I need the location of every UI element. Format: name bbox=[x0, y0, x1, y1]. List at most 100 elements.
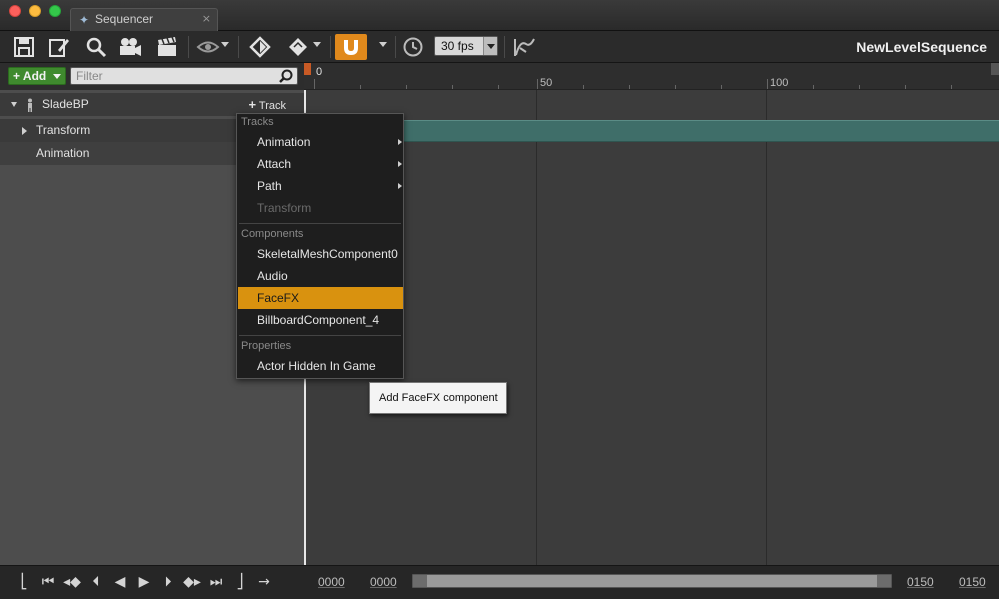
next-key-icon[interactable]: ◆▸ bbox=[182, 571, 202, 593]
range-scrollbar[interactable] bbox=[412, 574, 892, 588]
menu-item-attach[interactable]: Attach bbox=[238, 153, 404, 175]
camera-icon[interactable] bbox=[116, 34, 144, 60]
save-as-icon[interactable] bbox=[45, 34, 73, 60]
curve-editor-icon[interactable] bbox=[510, 34, 538, 60]
previous-key-icon[interactable]: ◂◆ bbox=[62, 571, 82, 593]
visibility-eye-icon[interactable] bbox=[194, 34, 222, 60]
add-track-menu: Tracks Animation Attach Path Transform C… bbox=[236, 113, 404, 379]
play-reverse-icon[interactable]: ◀ bbox=[110, 571, 130, 593]
step-back-icon[interactable]: ⏴ bbox=[86, 571, 106, 593]
step-forward-icon[interactable]: ⏵ bbox=[158, 571, 178, 593]
menu-item-label: Path bbox=[257, 179, 282, 193]
find-in-browser-icon[interactable] bbox=[82, 34, 110, 60]
close-window-button[interactable] bbox=[9, 5, 21, 17]
maximize-window-button[interactable] bbox=[49, 5, 61, 17]
jump-to-start-icon[interactable]: ⏮ bbox=[38, 571, 58, 593]
jump-to-end-icon[interactable]: ⏭ bbox=[206, 571, 226, 593]
filter-placeholder: Filter bbox=[76, 69, 103, 83]
sequencer-icon: ✦ bbox=[78, 13, 90, 27]
ruler-tick bbox=[951, 85, 952, 89]
key-icon[interactable] bbox=[246, 34, 274, 60]
menu-item-animation[interactable]: Animation bbox=[238, 131, 404, 153]
playhead-handle[interactable] bbox=[304, 63, 311, 75]
menu-item-label: Transform bbox=[257, 201, 312, 215]
play-icon[interactable]: ▶ bbox=[134, 571, 154, 593]
ruler-tick bbox=[537, 79, 538, 89]
timeline-panel[interactable]: 0 50 100 bbox=[304, 63, 999, 565]
toolbar-separator bbox=[395, 36, 396, 58]
tooltip: Add FaceFX component bbox=[369, 382, 507, 414]
ruler-label-50: 50 bbox=[540, 77, 553, 89]
set-start-icon[interactable]: ⎣ bbox=[14, 571, 34, 593]
loop-arrow-icon[interactable]: → bbox=[254, 571, 274, 593]
chevron-down-icon[interactable] bbox=[483, 37, 497, 55]
ruler-label-0: 0 bbox=[316, 66, 323, 78]
playback-bar: ⎣ ⏮ ◂◆ ⏴ ◀ ▶ ⏵ ◆▸ ⏭ ⎦ → 0000 0000 0150 0… bbox=[0, 565, 999, 599]
filter-input[interactable]: Filter bbox=[70, 67, 298, 85]
timeline-scroll-handle[interactable] bbox=[991, 63, 999, 75]
ruler-tick bbox=[675, 85, 676, 89]
menu-item-transform: Transform bbox=[238, 197, 404, 219]
auto-key-icon[interactable] bbox=[284, 34, 312, 60]
playback-end-time[interactable]: 0150 bbox=[907, 575, 934, 589]
snap-magnet-icon[interactable] bbox=[335, 34, 367, 60]
menu-separator bbox=[239, 335, 401, 336]
menu-item-facefx[interactable]: FaceFX bbox=[238, 287, 403, 309]
add-button-label: Add bbox=[22, 69, 47, 83]
minimize-window-button[interactable] bbox=[29, 5, 41, 17]
tab-title: Sequencer bbox=[95, 12, 154, 26]
menu-item-audio[interactable]: Audio bbox=[238, 265, 404, 287]
menu-item-skeletal-mesh-component[interactable]: SkeletalMeshComponent0 bbox=[238, 243, 404, 265]
menu-item-label: BillboardComponent_4 bbox=[257, 313, 380, 327]
menu-item-path[interactable]: Path bbox=[238, 175, 404, 197]
playback-start-time[interactable]: 0000 bbox=[370, 575, 397, 589]
frame-rate-dropdown[interactable]: 30 fps bbox=[434, 36, 498, 56]
chevron-down-icon[interactable] bbox=[379, 42, 387, 47]
menu-item-label: FaceFX bbox=[257, 291, 300, 305]
set-end-icon[interactable]: ⎦ bbox=[230, 571, 250, 593]
search-icon bbox=[279, 69, 293, 83]
sequence-name: NewLevelSequence bbox=[856, 39, 987, 55]
menu-section-properties: Properties bbox=[241, 340, 292, 352]
ruler-tick bbox=[498, 85, 499, 89]
expand-arrow-icon[interactable] bbox=[22, 127, 27, 135]
transform-track-section[interactable] bbox=[304, 120, 999, 142]
ruler-tick bbox=[583, 85, 584, 89]
range-start-handle[interactable] bbox=[413, 575, 427, 587]
track-button-label: Track bbox=[258, 100, 286, 112]
menu-separator bbox=[239, 223, 401, 224]
ruler-tick bbox=[905, 85, 906, 89]
menu-item-billboard-component[interactable]: BillboardComponent_4 bbox=[238, 309, 404, 331]
view-end-time[interactable]: 0150 bbox=[959, 575, 986, 589]
range-end-handle[interactable] bbox=[877, 575, 891, 587]
collapse-arrow-icon[interactable] bbox=[11, 102, 17, 107]
menu-item-label: Audio bbox=[257, 269, 288, 283]
title-bar: ✦ Sequencer × bbox=[0, 0, 999, 31]
plus-icon: + bbox=[13, 69, 21, 83]
animation-track-label: Animation bbox=[36, 146, 90, 160]
clock-icon bbox=[399, 34, 427, 60]
ruler-tick bbox=[767, 79, 768, 89]
ruler-tick bbox=[360, 85, 361, 89]
ruler-tick bbox=[721, 85, 722, 89]
chevron-down-icon[interactable] bbox=[313, 42, 321, 47]
save-icon[interactable] bbox=[10, 34, 38, 60]
ruler-tick bbox=[629, 85, 630, 89]
time-ruler[interactable]: 0 50 100 bbox=[304, 63, 999, 90]
render-movie-icon[interactable] bbox=[153, 34, 181, 60]
toolbar bbox=[0, 31, 999, 63]
ruler-label-100: 100 bbox=[770, 77, 789, 89]
toolbar-separator bbox=[238, 36, 239, 58]
transform-track-label: Transform bbox=[36, 123, 91, 137]
tab-close-icon[interactable]: × bbox=[202, 12, 211, 25]
chevron-down-icon[interactable] bbox=[221, 42, 229, 47]
view-start-time[interactable]: 0000 bbox=[318, 575, 345, 589]
ruler-tick bbox=[452, 85, 453, 89]
plus-icon: + bbox=[248, 97, 257, 112]
add-track-button[interactable]: + Add bbox=[8, 67, 66, 85]
menu-item-actor-hidden-in-game[interactable]: Actor Hidden In Game bbox=[238, 355, 404, 377]
menu-item-label: Actor Hidden In Game bbox=[257, 359, 376, 373]
grid-line bbox=[536, 90, 537, 565]
sequencer-tab[interactable]: ✦ Sequencer × bbox=[70, 8, 218, 31]
toolbar-separator bbox=[504, 36, 505, 58]
